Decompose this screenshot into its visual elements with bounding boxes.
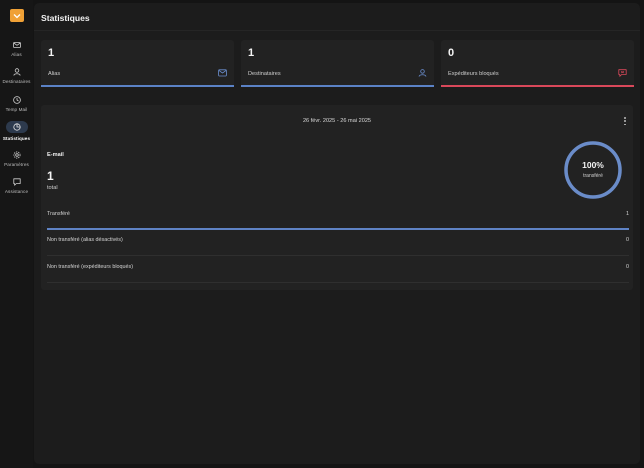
stat-value: 0 — [448, 47, 455, 59]
email-stats-panel: 26 févr. 2025 - 26 mai 2025 E-mail 1 tot… — [41, 105, 633, 290]
row-value: 0 — [626, 264, 629, 270]
gear-icon — [10, 150, 23, 159]
list-item: Non transféré (alias désactivés) 0 — [47, 230, 629, 256]
divider — [34, 30, 640, 31]
list-item: Transféré 1 — [47, 204, 629, 230]
sidebar-item-destinataires[interactable]: Destinataires — [0, 67, 33, 93]
sidebar: Alias Destinataires Temp Mail Statistiqu… — [0, 0, 33, 468]
row-value: 1 — [626, 211, 629, 217]
gauge-label: transféré — [583, 173, 603, 179]
email-count: 1 — [47, 169, 54, 183]
app-logo[interactable] — [10, 9, 24, 22]
row-label: Non transféré (expéditeurs bloqués) — [47, 264, 133, 270]
stat-card-expediteurs-bloques[interactable]: 0 Expéditeurs bloqués — [441, 40, 634, 87]
mail-icon — [10, 40, 23, 49]
stat-value: 1 — [48, 47, 55, 59]
row-value: 0 — [626, 237, 629, 243]
row-divider — [47, 255, 629, 256]
sidebar-item-alias[interactable]: Alias — [0, 40, 33, 66]
sidebar-item-label: Alias — [11, 52, 22, 57]
row-label: Transféré — [47, 211, 70, 217]
page-title: Statistiques — [41, 13, 90, 23]
stat-accent-bar — [41, 85, 234, 87]
sidebar-item-label: Paramètres — [4, 162, 29, 167]
section-title: E-mail — [47, 152, 64, 158]
stat-label: Expéditeurs bloqués — [448, 71, 499, 77]
user-icon — [10, 67, 23, 76]
sidebar-item-label: Destinataires — [2, 79, 31, 84]
more-options-icon[interactable] — [622, 116, 628, 126]
user-icon — [418, 69, 427, 77]
stat-label: Alias — [48, 71, 61, 77]
gauge-percent: 100% — [582, 160, 604, 170]
clock-icon — [10, 95, 23, 104]
sidebar-item-parametres[interactable]: Paramètres — [0, 150, 33, 176]
blocked-message-icon — [618, 69, 627, 77]
row-label: Non transféré (alias désactivés) — [47, 237, 123, 243]
sidebar-item-statistiques[interactable]: Statistiques — [0, 121, 33, 147]
gauge-arc — [564, 141, 622, 199]
stat-card-alias[interactable]: 1 Alias — [41, 40, 234, 87]
row-divider — [47, 282, 629, 283]
sidebar-item-label: Temp Mail — [5, 107, 28, 112]
stat-card-destinataires[interactable]: 1 Destinataires — [241, 40, 434, 87]
stat-label: Destinataires — [248, 71, 281, 77]
stat-value: 1 — [248, 47, 255, 59]
sidebar-item-label: Statistiques — [2, 136, 31, 141]
sidebar-item-label: Assistance — [4, 189, 29, 194]
mail-icon — [218, 69, 227, 77]
stat-accent-bar — [241, 85, 434, 87]
gauge-ring — [564, 141, 622, 199]
pie-chart-icon — [5, 121, 28, 133]
date-range[interactable]: 26 févr. 2025 - 26 mai 2025 — [41, 118, 633, 124]
stat-accent-bar — [441, 85, 634, 87]
chevron-down-icon — [13, 13, 21, 18]
email-total-label: total — [47, 185, 58, 191]
main-content: Statistiques 1 Alias 1 Destinataires 0 E… — [34, 3, 640, 464]
list-item: Non transféré (expéditeurs bloqués) 0 — [47, 257, 629, 283]
sidebar-item-temp-mail[interactable]: Temp Mail — [0, 95, 33, 121]
message-icon — [10, 177, 23, 186]
transfer-gauge: 100% transféré — [563, 140, 623, 200]
sidebar-item-assistance[interactable]: Assistance — [0, 177, 33, 203]
